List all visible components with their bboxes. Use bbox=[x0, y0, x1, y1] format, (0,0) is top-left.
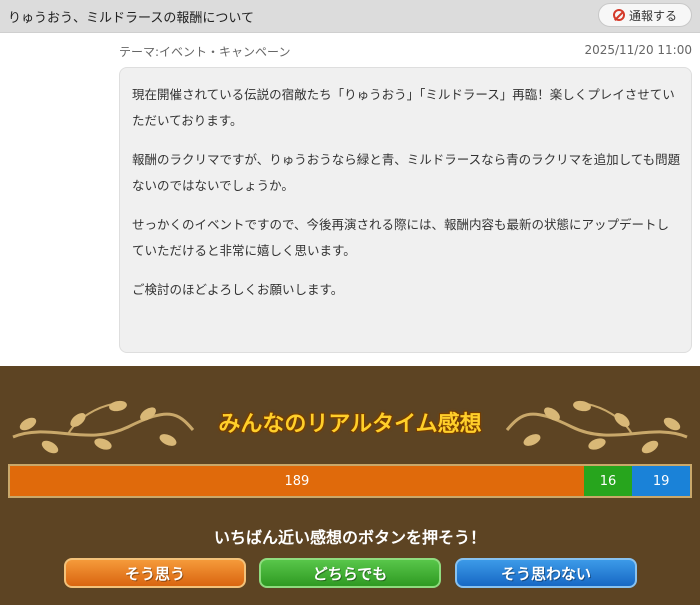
reaction-panel: みんなのリアルタイム感想 189 16 19 いちばん近い感想のボタンを押そう！… bbox=[0, 366, 700, 605]
reaction-prompt: いちばん近い感想のボタンを押そう！ bbox=[213, 528, 486, 547]
post-body: 現在開催されている伝説の宿敵たち「りゅうおう」「ミルドラース」再臨！楽しくプレイ… bbox=[119, 67, 692, 353]
post-title: りゅうおう、ミルドラースの報酬について bbox=[8, 11, 254, 26]
post-paragraph: 報酬のラクリマですが、りゅうおうなら緑と青、ミルドラースなら青のラクリマを追加し… bbox=[132, 152, 681, 193]
post-paragraph: ご検討のほどよろしくお願いします。 bbox=[132, 282, 344, 297]
reaction-title: みんなのリアルタイム感想 bbox=[218, 412, 482, 437]
post-theme: テーマ:イベント・キャンペーン bbox=[119, 45, 291, 59]
neutral-button[interactable]: どちらでも bbox=[259, 558, 441, 588]
tally-agree-segment: 189 bbox=[10, 466, 584, 496]
post-paragraph: 現在開催されている伝説の宿敵たち「りゅうおう」「ミルドラース」再臨！楽しくプレイ… bbox=[132, 87, 675, 128]
post-paragraph: せっかくのイベントですので、今後再演される際には、報酬内容も最新の状態にアップデ… bbox=[132, 217, 670, 258]
tally-disagree-segment: 19 bbox=[632, 466, 690, 496]
post-timestamp: 2025/11/20 11:00 bbox=[584, 43, 692, 57]
report-button[interactable]: 通報する bbox=[598, 3, 692, 27]
agree-button[interactable]: そう思う bbox=[64, 558, 246, 588]
tally-neutral-segment: 16 bbox=[583, 466, 633, 496]
reaction-tally-bar: 189 16 19 bbox=[8, 464, 692, 498]
post-header: りゅうおう、ミルドラースの報酬について 通報する bbox=[0, 0, 700, 33]
prohibit-icon bbox=[612, 9, 625, 21]
disagree-button[interactable]: そう思わない bbox=[455, 558, 637, 588]
report-label: 通報する bbox=[628, 8, 677, 23]
